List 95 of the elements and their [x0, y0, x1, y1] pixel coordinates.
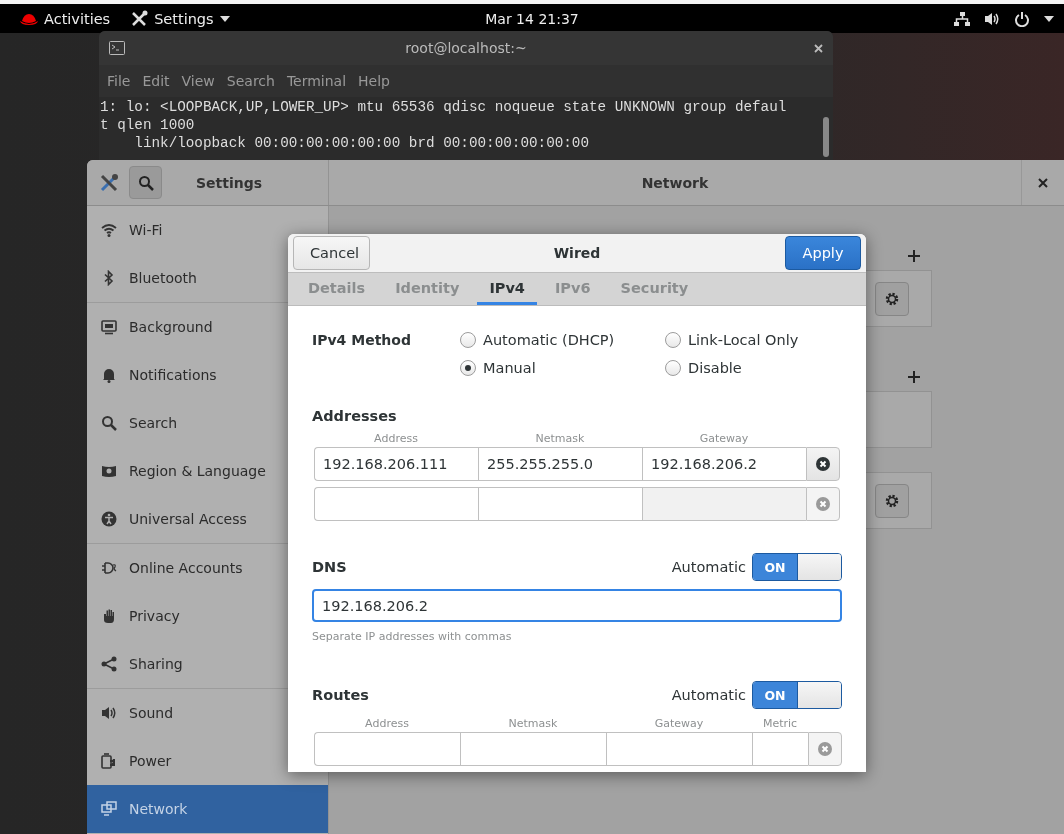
accessibility-icon [101, 511, 117, 527]
hat-icon [20, 12, 38, 25]
plus-icon[interactable] [907, 250, 920, 262]
window-title: Settings [196, 174, 263, 191]
share-icon [101, 656, 117, 672]
search-button[interactable] [129, 166, 162, 199]
column-header: Netmask [534, 432, 586, 445]
power-icon[interactable] [1014, 10, 1030, 27]
settings-button[interactable] [874, 483, 909, 518]
sidebar-item[interactable]: Sharing [87, 640, 328, 688]
volume-icon[interactable] [984, 10, 1000, 27]
radio-circle[interactable] [460, 360, 476, 376]
radio-button[interactable]: Link-Local Only [665, 332, 835, 348]
field-label: IPv4 Method [312, 332, 412, 350]
hand-icon [101, 608, 117, 624]
toggle-switch[interactable]: ON [752, 681, 842, 709]
close-icon [814, 43, 823, 53]
radio-circle[interactable] [665, 332, 681, 348]
close-icon [1038, 177, 1048, 188]
settings-button[interactable] [874, 281, 909, 316]
column-header: Gateway [698, 432, 750, 445]
plug-icon [101, 753, 117, 769]
sidebar-item[interactable]: Power [87, 737, 328, 785]
column-header: Address [373, 432, 419, 445]
hint-text: Separate IP addresses with commas [312, 630, 513, 643]
remove-icon [816, 457, 830, 471]
toggle-label: Automatic [671, 559, 746, 575]
input-field[interactable] [752, 732, 808, 766]
wifi-icon [101, 222, 117, 238]
input-field[interactable]: 192.168.206.2 [312, 589, 842, 622]
input-field[interactable] [478, 487, 642, 521]
menu-item[interactable]: Help [354, 71, 394, 91]
input-field[interactable] [314, 487, 478, 521]
computers-icon [101, 801, 117, 817]
menu-item[interactable]: Terminal [282, 71, 351, 91]
tab[interactable]: IPv4 [477, 273, 537, 305]
sidebar-item[interactable]: Universal Access [87, 495, 328, 543]
section-heading: Addresses [312, 408, 398, 424]
activities-button[interactable]: Activities [44, 10, 111, 27]
clock[interactable]: Mar 14 21:37 [462, 10, 602, 27]
remove-icon [818, 742, 832, 756]
search-icon [101, 415, 117, 431]
radio-circle[interactable] [665, 360, 681, 376]
radio-button[interactable]: Automatic (DHCP) [460, 332, 665, 348]
remove-button[interactable] [806, 447, 840, 481]
section-heading: Routes [312, 687, 369, 703]
radio-button[interactable]: Manual [460, 360, 665, 376]
input-field[interactable]: 255.255.255.0 [478, 447, 642, 481]
radio-button[interactable]: Disable [665, 360, 835, 376]
terminal-line: 1: lo: <LOOPBACK,UP,LOWER_UP> mtu 65536 qdisc noqueue state UNKNOWN group defaul [100, 98, 788, 116]
app-menu[interactable]: Settings [154, 10, 214, 27]
scrollbar[interactable] [823, 117, 829, 157]
caret-icon[interactable] [1044, 15, 1054, 22]
terminal-line: link/loopback 00:00:00:00:00:00 brd 00:00:00:00:00:00 [133, 134, 591, 152]
dialog-title: Wired [552, 245, 602, 262]
flag-icon [101, 463, 117, 479]
input-field[interactable]: 192.168.206.111 [314, 447, 478, 481]
menu-item[interactable]: Edit [138, 71, 174, 91]
column-header: Metric [761, 717, 799, 730]
network-icon[interactable] [954, 10, 970, 27]
cancel-button[interactable]: Cancel [293, 236, 370, 271]
settings-icon [883, 492, 900, 509]
menu-item[interactable]: Search [222, 71, 279, 91]
terminal-icon [109, 41, 125, 55]
plus-icon[interactable] [907, 371, 920, 383]
tools-icon [99, 172, 119, 193]
settings-icon [883, 290, 900, 307]
toggle-label: Automatic [671, 687, 746, 703]
caret-icon [219, 15, 230, 22]
monitor-icon [101, 319, 117, 335]
terminal-line: t qlen 1000 [100, 116, 196, 134]
menu-item[interactable]: View [177, 71, 219, 91]
sidebar-item[interactable]: Network [87, 785, 328, 833]
menu-item[interactable]: File [103, 71, 135, 91]
toggle-switch[interactable]: ON [752, 553, 842, 581]
column-header: Netmask [507, 717, 559, 730]
radio-circle[interactable] [460, 332, 476, 348]
column-header: Address [364, 717, 410, 730]
apply-button[interactable]: Apply [785, 236, 861, 271]
sidebar-item[interactable]: Notifications [87, 351, 328, 399]
speaker-icon [101, 705, 117, 721]
input-field[interactable]: 192.168.206.2 [642, 447, 806, 481]
input-field[interactable] [460, 732, 606, 766]
panel-title: Network [640, 174, 710, 191]
bell-icon [101, 367, 117, 383]
tools-icon [130, 9, 149, 28]
input-field[interactable] [606, 732, 752, 766]
window-title: root@localhost:~ [404, 40, 528, 56]
accounts-icon [101, 560, 117, 576]
column-header: Gateway [653, 717, 705, 730]
section-heading: DNS [312, 559, 347, 575]
input-field[interactable] [314, 732, 460, 766]
search-icon [137, 174, 154, 191]
remove-icon [816, 497, 830, 511]
close-button[interactable] [814, 43, 823, 53]
